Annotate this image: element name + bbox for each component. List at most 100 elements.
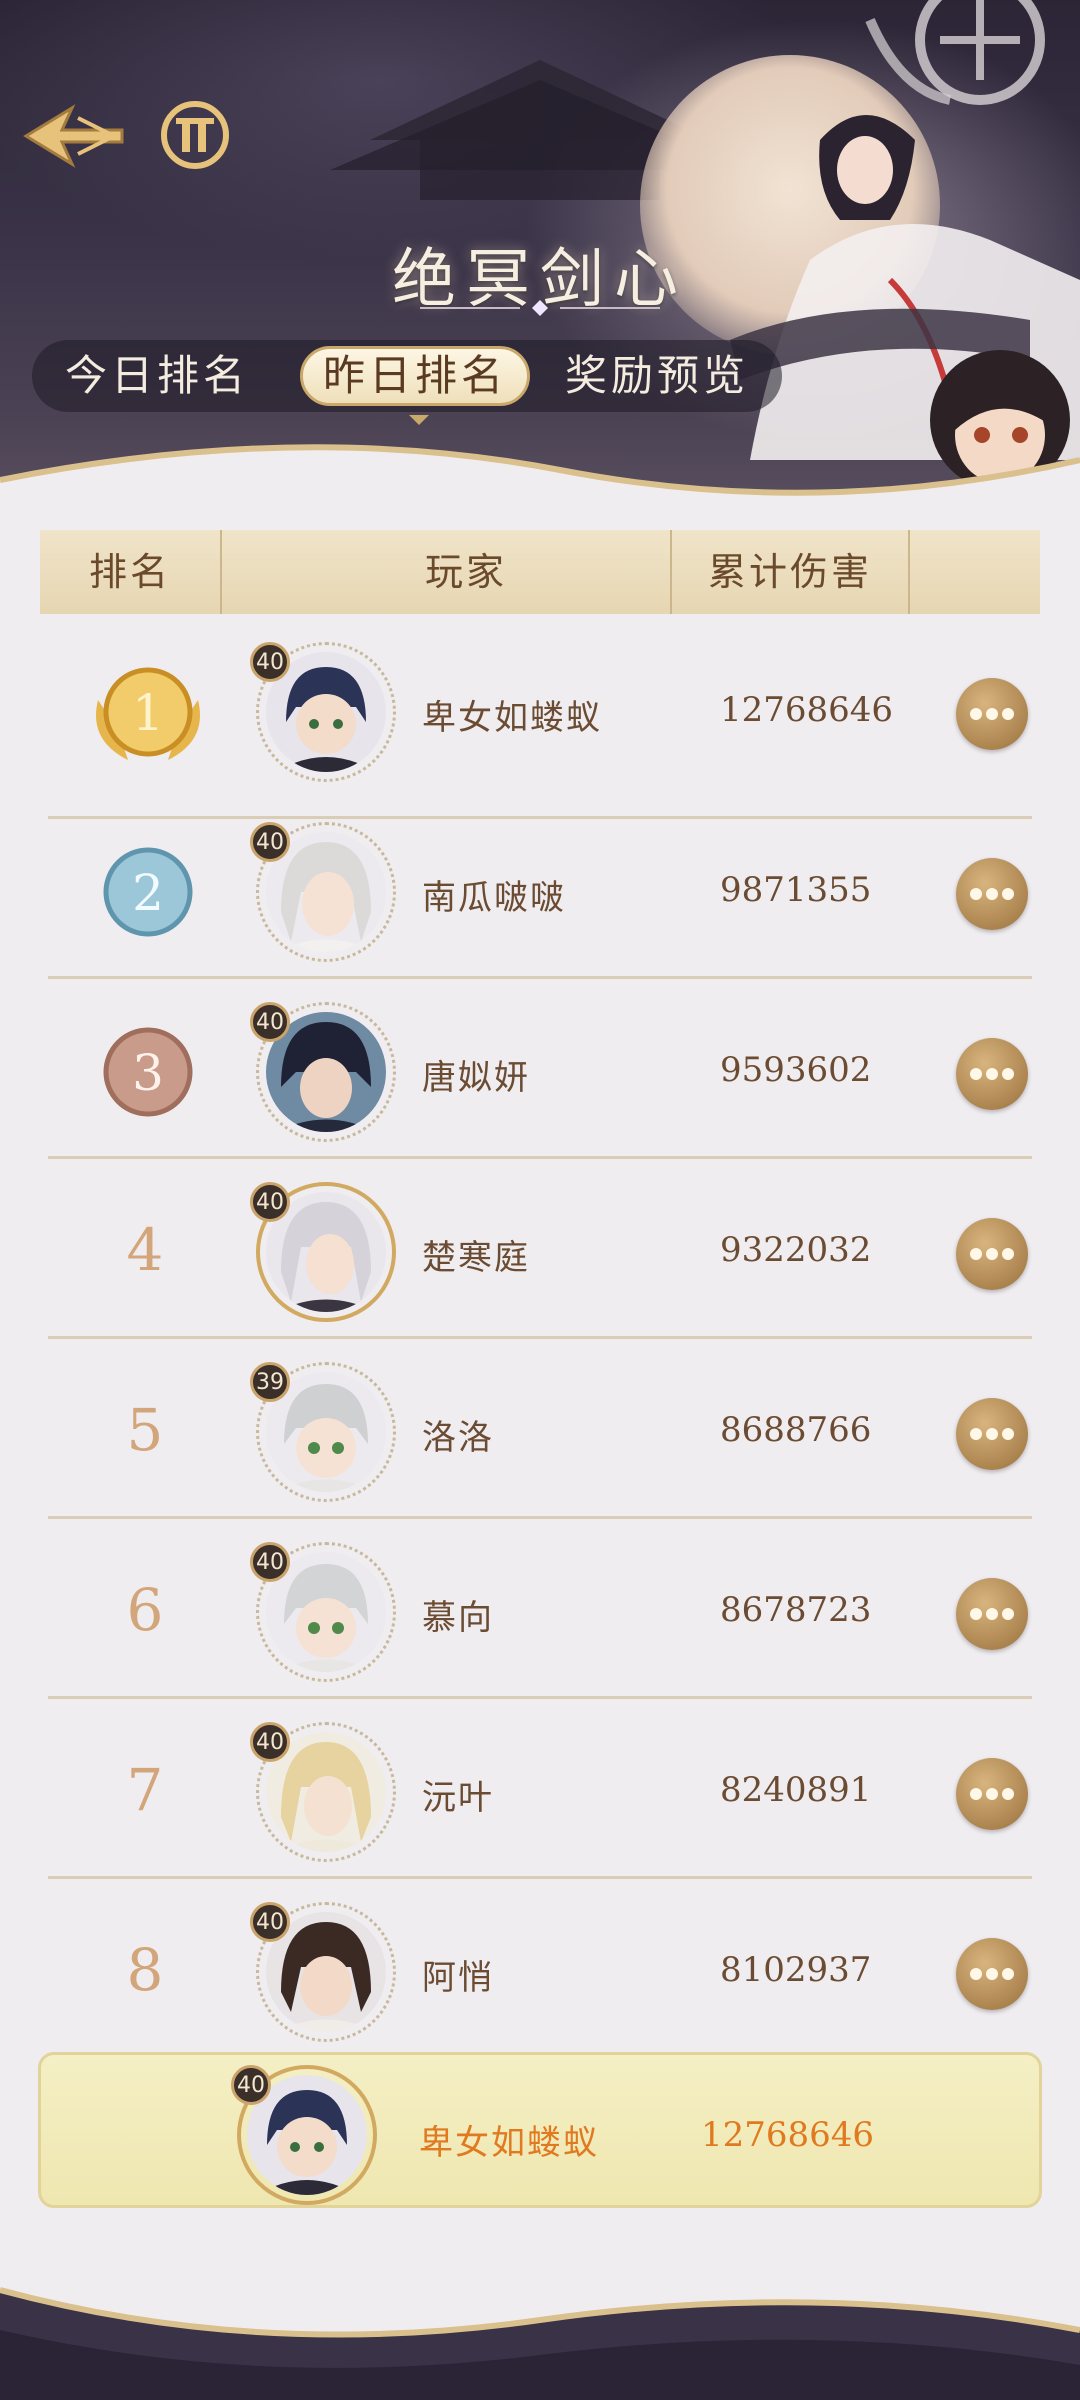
row-divider: [48, 1876, 1032, 1879]
rank-number: 5: [126, 1396, 164, 1464]
tab-yesterday-label: 昨日排名: [322, 351, 507, 400]
dot: [970, 1968, 982, 1980]
player-name: 楚寒庭: [422, 1238, 530, 1278]
my-player-name: 卑女如蝼蚁: [419, 2123, 599, 2163]
table-row: 2 40 南瓜啵啵 9871355: [0, 800, 1080, 980]
dot: [986, 1968, 998, 1980]
player-avatar[interactable]: 40: [250, 1542, 396, 1682]
damage-value: 9322032: [720, 1230, 872, 1270]
more-options-icon[interactable]: [956, 1938, 1028, 2010]
dot: [986, 1068, 998, 1080]
level-badge: 40: [250, 1902, 290, 1942]
damage-value: 9593602: [720, 1050, 872, 1090]
tab-yesterday-ranking[interactable]: 昨日排名: [300, 346, 530, 425]
rank-number: 8: [126, 1936, 164, 2004]
tab-reward-preview[interactable]: 奖励预览: [542, 346, 772, 406]
level-badge: 40: [250, 1002, 290, 1042]
player-avatar[interactable]: 40: [250, 1722, 396, 1862]
damage-value: 12768646: [720, 690, 894, 730]
player-name: 慕向: [422, 1598, 494, 1638]
dot: [970, 1428, 982, 1440]
row-divider: [48, 1516, 1032, 1519]
dot: [970, 708, 982, 720]
row-divider: [48, 1156, 1032, 1159]
table-row: 4 40 楚寒庭 9322032: [0, 1160, 1080, 1340]
table-row: 1 40 卑女如蝼蚁 12768646: [0, 620, 1080, 819]
silver-medal-icon: 2: [103, 847, 193, 937]
player-name: 唐姒妍: [422, 1058, 530, 1098]
more-options-icon[interactable]: [956, 1758, 1028, 1830]
more-options-icon[interactable]: [956, 858, 1028, 930]
dot: [986, 1608, 998, 1620]
table-row: 6 40 慕向 8678723: [0, 1520, 1080, 1700]
table-row: 8 40 阿悄 8102937: [0, 1880, 1080, 2060]
player-name: 沅叶: [422, 1778, 494, 1818]
player-name: 阿悄: [422, 1958, 494, 1998]
table-row: 3 40 唐姒妍 9593602: [0, 980, 1080, 1160]
level-badge: 40: [250, 1182, 290, 1222]
dot: [986, 888, 998, 900]
dot: [970, 1248, 982, 1260]
column-damage: 累计伤害: [707, 550, 872, 594]
dot: [1002, 708, 1014, 720]
dot: [986, 1788, 998, 1800]
level-badge: 39: [250, 1362, 290, 1402]
column-player: 玩家: [424, 550, 507, 594]
dot: [986, 1248, 998, 1260]
tab-bar: 今日排名 昨日排名 奖励预览: [32, 340, 782, 425]
level-badge: 40: [250, 822, 290, 862]
medal-label: 3: [132, 1044, 164, 1102]
more-options-icon[interactable]: [956, 1578, 1028, 1650]
more-options-icon[interactable]: [956, 1218, 1028, 1290]
column-actions: [910, 530, 1040, 614]
player-avatar[interactable]: 40: [250, 1902, 396, 2042]
rank-number: 4: [126, 1216, 164, 1284]
dot: [970, 888, 982, 900]
player-avatar[interactable]: 39: [250, 1362, 396, 1502]
damage-value: 8240891: [720, 1770, 872, 1810]
damage-value: 8688766: [720, 1410, 872, 1450]
dot: [1002, 1968, 1014, 1980]
player-avatar[interactable]: 40: [250, 642, 396, 782]
player-name: 洛洛: [422, 1418, 494, 1458]
table-header: 排名 玩家 累计伤害: [40, 530, 1040, 614]
footer-wave: [0, 2287, 1080, 2400]
rank-number: 6: [126, 1576, 164, 1644]
dot: [970, 1068, 982, 1080]
player-avatar[interactable]: 40: [250, 822, 396, 962]
row-divider: [48, 976, 1032, 979]
dot: [1002, 1068, 1014, 1080]
table-row: 7 40 沅叶 8240891: [0, 1700, 1080, 1880]
level-badge: 40: [250, 1722, 290, 1762]
level-badge: 40: [231, 2065, 271, 2105]
gold-medal-icon: 1: [96, 667, 200, 760]
bronze-medal-icon: 3: [103, 1027, 193, 1117]
level-badge: 40: [250, 1542, 290, 1582]
more-options-icon[interactable]: [956, 1038, 1028, 1110]
player-avatar[interactable]: 40: [250, 1002, 396, 1142]
dot: [970, 1788, 982, 1800]
more-options-icon[interactable]: [956, 1398, 1028, 1470]
menu-icon[interactable]: [160, 100, 230, 170]
dot: [986, 1428, 998, 1440]
table-row: 5 39 洛洛 8688766: [0, 1340, 1080, 1520]
column-rank: 排名: [88, 550, 171, 594]
dot: [970, 1608, 982, 1620]
row-divider: [48, 1336, 1032, 1339]
dot: [986, 708, 998, 720]
player-avatar[interactable]: 40: [250, 1182, 396, 1322]
level-badge: 40: [250, 642, 290, 682]
medal-label: 2: [132, 864, 164, 922]
more-options-icon[interactable]: [956, 678, 1028, 750]
damage-value: 9871355: [720, 870, 872, 910]
header-wave: [0, 444, 1080, 520]
back-arrow-icon[interactable]: [18, 100, 130, 172]
player-name: 南瓜啵啵: [422, 878, 566, 918]
dot: [1002, 1608, 1014, 1620]
row-divider: [48, 1696, 1032, 1699]
title-divider: [420, 300, 660, 316]
tab-today-ranking[interactable]: 今日排名: [42, 346, 272, 406]
my-avatar[interactable]: 40: [231, 2065, 377, 2205]
dot: [1002, 1788, 1014, 1800]
header-banner: 绝冥剑心 今日排名 昨日排名 奖励预览: [0, 0, 1080, 520]
